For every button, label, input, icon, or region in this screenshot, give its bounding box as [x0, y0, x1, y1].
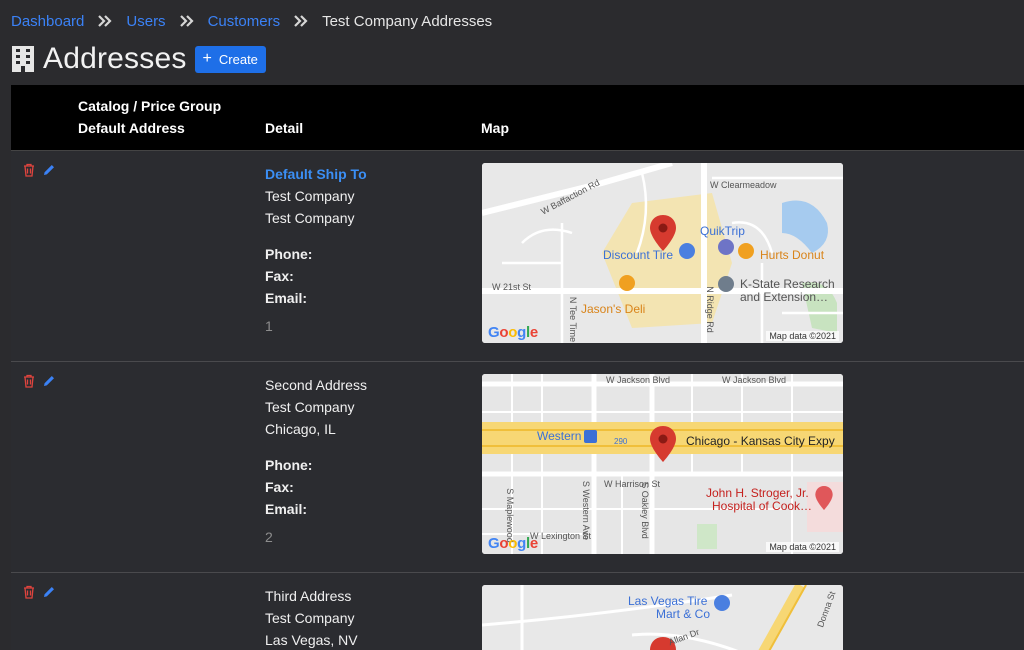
map-label: W Jackson Blvd: [606, 375, 671, 385]
table-header: Catalog / Price Group Default Address De…: [11, 85, 1024, 151]
breadcrumb-dashboard[interactable]: Dashboard: [11, 13, 84, 30]
email-label: Email:: [265, 290, 308, 306]
fax-label: Fax:: [265, 268, 294, 284]
map-credit: Map data ©2021: [766, 331, 839, 341]
map-label: W 21st St: [492, 282, 532, 292]
map-label: Hurts Donut: [760, 248, 825, 262]
column-header-catalog: Catalog / Price Group Default Address: [78, 95, 221, 139]
map-label: W Harrison St: [604, 479, 661, 489]
address-detail: Second Address Test Company Chicago, IL …: [265, 374, 465, 548]
pencil-icon[interactable]: [42, 585, 56, 599]
address-number: 1: [265, 318, 273, 334]
breadcrumb-current: Test Company Addresses: [322, 12, 493, 30]
trash-icon[interactable]: [22, 374, 36, 388]
map-label: W Clearmeadow: [710, 180, 777, 190]
address-map[interactable]: W Jackson Blvd W Jackson Blvd Western 29…: [482, 374, 843, 554]
chevron-double-right-icon: [294, 15, 308, 27]
page-header: Addresses + Create: [11, 42, 266, 76]
google-logo: Google: [488, 324, 538, 341]
chevron-double-right-icon: [98, 15, 112, 27]
pencil-icon[interactable]: [42, 163, 56, 177]
addresses-table: Catalog / Price Group Default Address De…: [11, 85, 1024, 650]
address-map[interactable]: W Baffaction Rd W Clearmeadow QuikTrip D…: [482, 163, 843, 343]
column-header-map: Map: [481, 120, 509, 136]
column-header-detail: Detail: [265, 120, 304, 136]
page-title: Addresses: [43, 42, 187, 75]
address-name: Second Address: [265, 377, 367, 393]
table-row: Second Address Test Company Chicago, IL …: [11, 362, 1024, 573]
map-label: W Lexington St: [530, 531, 592, 541]
catalog-header-line2: Default Address: [78, 120, 185, 136]
map-label: QuikTrip: [700, 224, 745, 238]
breadcrumb-users[interactable]: Users: [126, 13, 165, 30]
chevron-double-right-icon: [179, 15, 194, 27]
map-label: Mart & Co: [656, 607, 711, 621]
address-number: 2: [265, 529, 273, 545]
create-button-label: Create: [218, 51, 258, 67]
map-label: S Oakley Blvd: [639, 482, 650, 539]
google-logo: Google: [488, 535, 538, 552]
map-label: N Tee Time: [568, 296, 579, 343]
breadcrumb-customers[interactable]: Customers: [208, 13, 281, 30]
address-line: Test Company: [265, 610, 355, 626]
table-row: Default Ship To Test Company Test Compan…: [11, 151, 1024, 362]
pencil-icon[interactable]: [42, 374, 56, 388]
address-name: Third Address: [265, 588, 352, 604]
breadcrumb: Dashboard Users Customers Test Company A…: [11, 11, 492, 31]
trash-icon[interactable]: [22, 163, 36, 177]
address-name-link[interactable]: Default Ship To: [265, 163, 465, 185]
map-label: Hospital of Cook…: [712, 499, 813, 513]
address-line: Test Company: [265, 188, 355, 204]
map-label: Western: [537, 429, 582, 443]
trash-icon[interactable]: [22, 585, 36, 599]
create-button[interactable]: + Create: [194, 45, 266, 73]
table-row: Third Address Test Company Las Vegas, NV…: [11, 573, 1024, 650]
map-label: W Jackson Blvd: [722, 375, 787, 385]
address-detail: Third Address Test Company Las Vegas, NV: [265, 585, 465, 650]
row-actions: [22, 374, 56, 388]
map-label: 290: [614, 437, 628, 446]
address-line: Chicago, IL: [265, 421, 336, 437]
address-map[interactable]: Las Vegas Tire Mart & Co Donna St Allan …: [482, 585, 843, 650]
map-label: N Ridge Rd: [704, 286, 715, 333]
plus-icon: +: [202, 50, 212, 67]
catalog-header-line1: Catalog / Price Group: [78, 98, 222, 114]
phone-label: Phone:: [265, 246, 313, 262]
address-line: Las Vegas, NV: [265, 632, 358, 648]
map-credit: Map data ©2021: [766, 542, 839, 552]
building-icon: [11, 45, 35, 73]
address-line: Test Company: [265, 399, 355, 415]
phone-label: Phone:: [265, 457, 313, 473]
email-label: Email:: [265, 501, 308, 517]
map-label: and Extension…: [740, 290, 829, 304]
map-label: Jason's Deli: [581, 302, 646, 316]
map-label: Chicago - Kansas City Expy: [686, 434, 835, 448]
map-label: Discount Tire: [603, 248, 674, 262]
fax-label: Fax:: [265, 479, 294, 495]
row-actions: [22, 163, 56, 177]
row-actions: [22, 585, 56, 599]
address-detail: Default Ship To Test Company Test Compan…: [265, 163, 465, 337]
address-line: Test Company: [265, 210, 355, 226]
